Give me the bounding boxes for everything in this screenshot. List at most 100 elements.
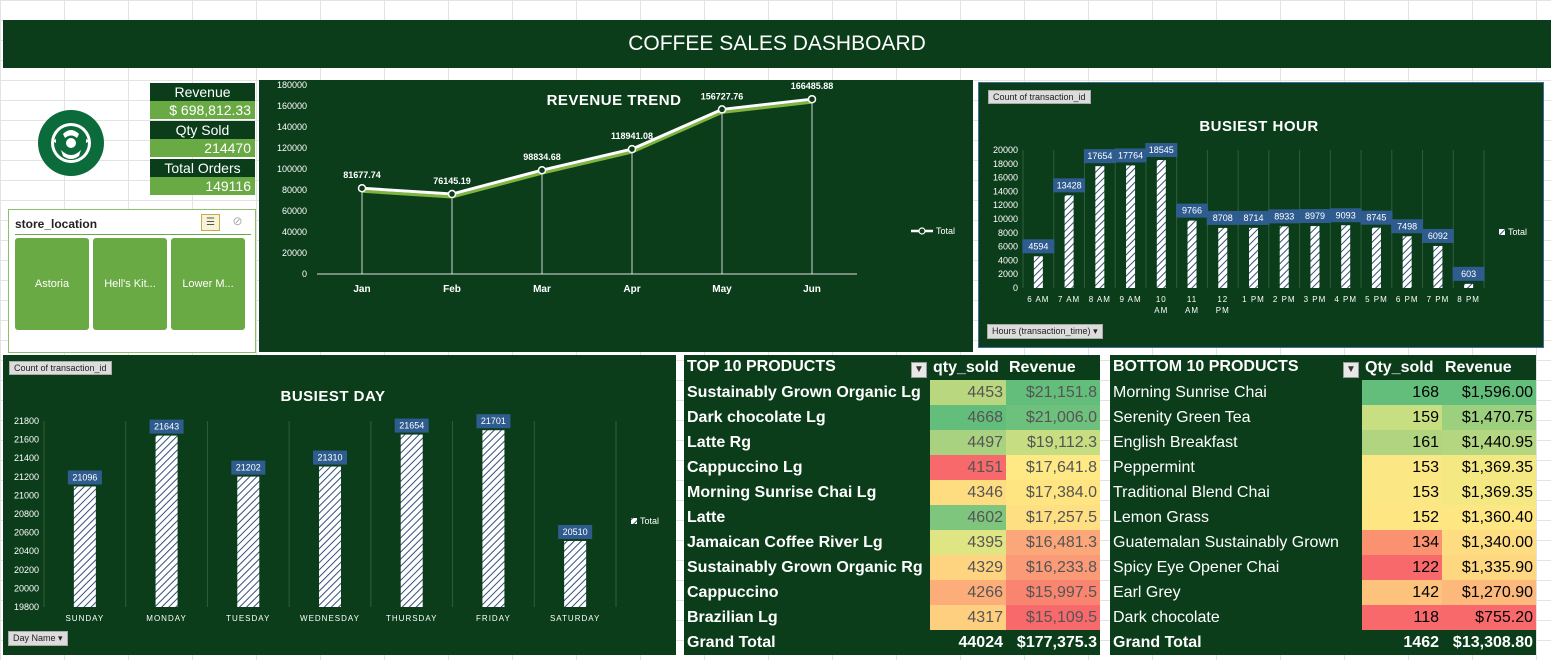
y-tick-label: 120000 [277,143,307,153]
day-axis-field-button[interactable]: Day Name ▾ [8,631,68,646]
bottom-qty-cell: 142 [1362,580,1442,605]
bottom-product-name: Traditional Blend Chai [1110,480,1362,505]
top-product-name: Latte Rg [684,430,930,455]
x-tick-label: Apr [623,284,640,295]
x-tick-label: Jun [803,284,821,295]
filter-icon[interactable]: ▼ [1343,361,1359,378]
bottom-qty-cell: 118 [1362,605,1442,630]
data-label: 81677.74 [343,170,381,180]
data-point [537,165,547,175]
table-row: Guatemalan Sustainably Grown 134 $1,340.00 [1110,530,1536,555]
data-label: 76145.19 [433,176,471,186]
data-label: 21654 [399,421,424,431]
data-label: 21701 [481,416,506,426]
slicer-item-hells-kitchen[interactable]: Hell's Kit... [93,238,167,330]
table-row: Sustainably Grown Organic Lg 4453 $21,151.… [684,380,1100,405]
top-revenue-cell: $15,109.5 [1006,605,1100,630]
table-header-row: TOP 10 PRODUCTS ▼ qty_sold Revenue [684,355,1100,380]
filter-icon[interactable]: ▼ [911,361,927,378]
x-tick-label: 10 [1156,295,1167,304]
table-row: English Breakfast 161 $1,440.95 [1110,430,1536,455]
top-product-name: Sustainably Grown Organic Rg [684,555,930,580]
table-row: Peppermint 153 $1,369.35 [1110,455,1536,480]
table-row: Dark chocolate 118 $755.20 [1110,605,1536,630]
table-row: Traditional Blend Chai 153 $1,369.35 [1110,480,1536,505]
data-label: 166485.88 [791,81,834,91]
hour-pivot-field-button[interactable]: Count of transaction_id [988,90,1091,104]
table-header-row: BOTTOM 10 PRODUCTS ▼ Qty_sold Revenue [1110,355,1536,380]
table-row: Dark chocolate Lg 4668 $21,006.0 [684,405,1100,430]
bar [564,540,587,607]
data-label: 17654 [1087,151,1112,161]
bottom-revenue-cell: $1,270.90 [1442,580,1536,605]
x-tick-label: 9 AM [1119,295,1141,304]
top-qty-cell: 4453 [930,380,1006,405]
x-tick-label: 3 PM [1304,295,1327,304]
day-pivot-field-button[interactable]: Count of transaction_id [9,361,112,375]
bar [482,430,505,607]
top-qty-header: qty_sold [930,355,1006,380]
top-qty-cell: 4668 [930,405,1006,430]
x-tick-label: 2 PM [1273,295,1296,304]
y-tick-label: 21000 [14,490,39,500]
x-tick-label: 8 AM [1089,295,1111,304]
y-tick-label: 20000 [14,583,39,593]
bar [1156,160,1166,288]
hour-axis-field-button[interactable]: Hours (transaction_time) ▾ [987,324,1103,339]
top-product-name: Latte [684,505,930,530]
top-product-name: Brazilian Lg [684,605,930,630]
table-row: Spicy Eye Opener Chai 122 $1,335.90 [1110,555,1536,580]
dashboard-title: COFFEE SALES DASHBOARD [3,20,1551,68]
x-tick-label: WEDNESDAY [300,614,360,623]
top-revenue-cell: $17,641.8 [1006,455,1100,480]
top-revenue-cell: $21,006.0 [1006,405,1100,430]
x-tick-label: MONDAY [146,614,187,623]
x-tick-label: 8 PM [1457,295,1480,304]
bottom-product-name: Lemon Grass [1110,505,1362,530]
x-tick-label: 6 AM [1027,295,1049,304]
y-tick-label: 40000 [282,227,307,237]
top-revenue-cell: $17,257.5 [1006,505,1100,530]
bottom-revenue-cell: $1,369.35 [1442,455,1536,480]
top-product-name: Sustainably Grown Organic Lg [684,380,930,405]
bottom-products-header-label: BOTTOM 10 PRODUCTS [1113,357,1299,375]
bottom-product-name: Earl Grey [1110,580,1362,605]
grand-total-revenue: $13,308.80 [1442,630,1536,655]
bar [73,486,96,607]
hour-axis-field-label: Hours (transaction_time) [992,326,1091,336]
x-tick-label: 12 [1217,295,1228,304]
data-label: 9093 [1336,210,1356,220]
dropdown-icon: ▾ [1093,326,1098,336]
x-tick-label: Feb [443,284,461,295]
x-tick-label: SUNDAY [65,614,104,623]
dropdown-icon: ▾ [58,633,63,643]
table-row: Morning Sunrise Chai 168 $1,596.00 [1110,380,1536,405]
store-location-slicer[interactable]: store_location ☰ ⊘ Astoria Hell's Kit...… [8,209,256,353]
bar [1341,225,1351,288]
top-revenue-cell: $15,997.5 [1006,580,1100,605]
x-tick-label: 5 PM [1365,295,1388,304]
revenue-trend-title: REVENUE TREND [546,92,682,109]
slicer-item-astoria[interactable]: Astoria [15,238,89,330]
orders-kpi-value: 149116 [150,177,255,195]
multi-select-icon[interactable]: ☰ [201,214,220,231]
clear-filter-icon[interactable]: ⊘ [229,214,246,229]
top-product-name: Morning Sunrise Chai Lg [684,480,930,505]
y-tick-label: 180000 [277,80,307,90]
y-tick-label: 8000 [998,228,1018,238]
y-tick-label: 0 [302,269,307,279]
data-point [447,189,457,199]
top-qty-cell: 4602 [930,505,1006,530]
x-tick-label: PM [1216,306,1230,315]
grand-total-label: Grand Total [684,630,930,655]
slicer-item-lower-manhattan[interactable]: Lower M... [171,238,245,330]
y-tick-label: 12000 [993,200,1018,210]
data-label: 8979 [1305,211,1325,221]
bottom-qty-cell: 134 [1362,530,1442,555]
data-label: 98834.68 [523,152,561,162]
bottom-revenue-header: Revenue [1442,355,1536,380]
bar [1126,165,1136,288]
bottom-products-table: BOTTOM 10 PRODUCTS ▼ Qty_sold Revenue Mo… [1110,355,1536,655]
data-label: 8745 [1366,213,1386,223]
table-row: Morning Sunrise Chai Lg 4346 $17,384.0 [684,480,1100,505]
